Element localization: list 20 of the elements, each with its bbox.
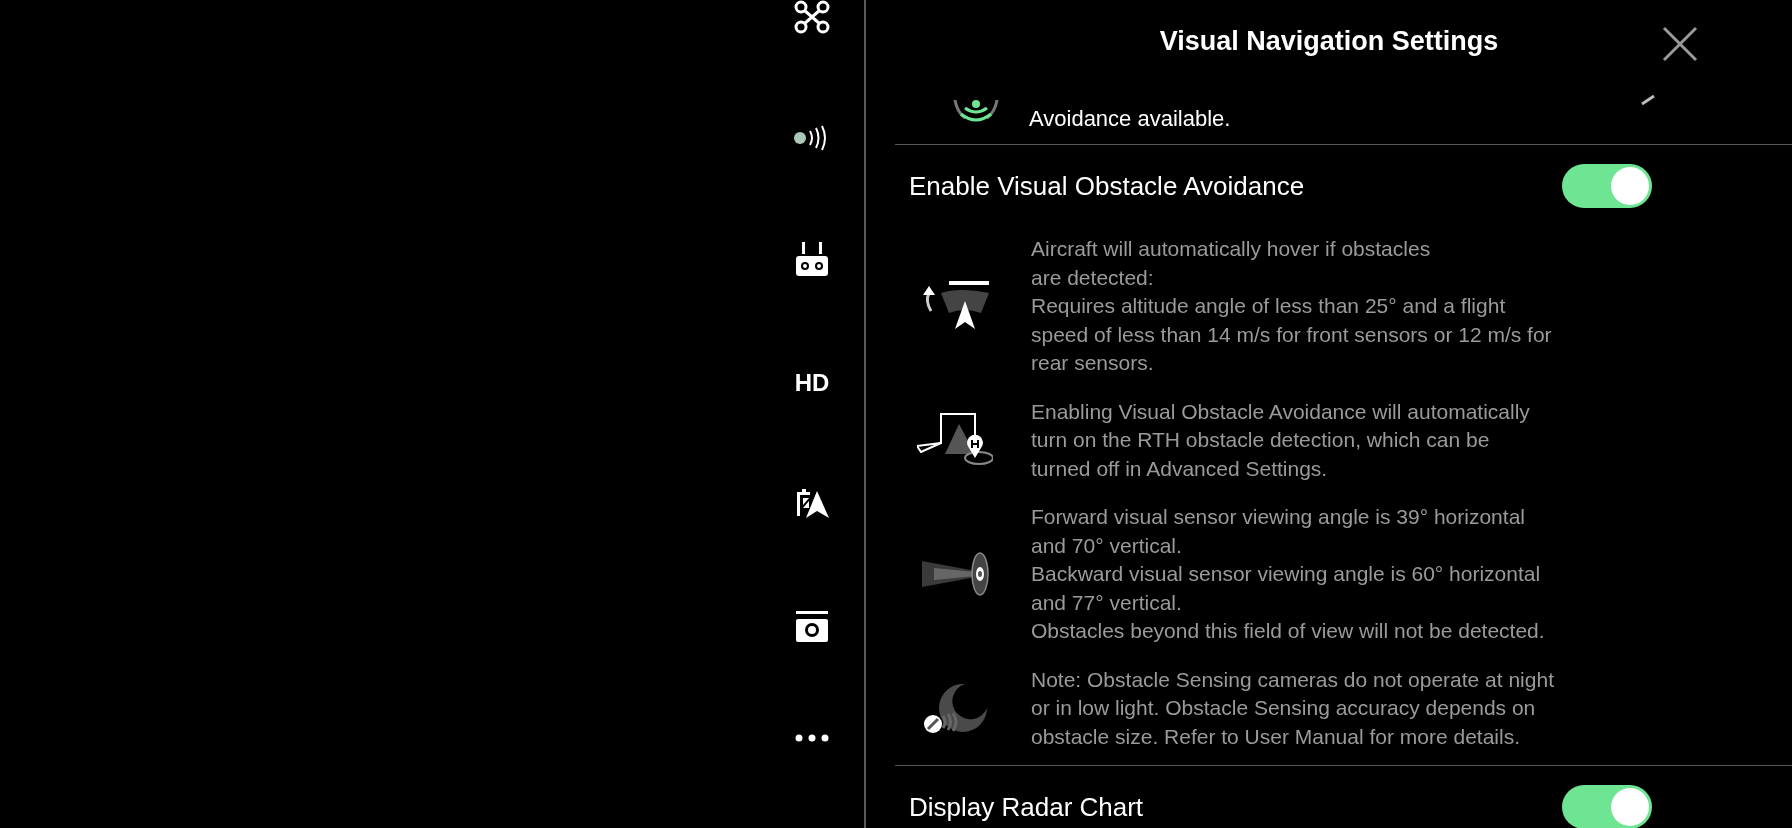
battery-navigation-icon[interactable] <box>794 488 830 520</box>
hd-label[interactable]: HD <box>794 369 830 397</box>
note-text: Enabling Visual Obstacle Avoidance will automatically turn on the RTH obstacle detection, which can be turned off in Advanced Settings. <box>1031 398 1530 482</box>
sensor-view-cone-icon <box>920 551 990 598</box>
setting-label: Display Radar Chart <box>909 791 1144 823</box>
toggle-switch[interactable] <box>1562 164 1652 208</box>
note-text: Note: Obstacle Sensing cameras do not operate at night or in low light. Obstacle Sensing accuracy depends on obstacle size. Refer to User Manual for more details. <box>1031 666 1554 750</box>
status-text: Avoidance available. <box>1029 106 1231 132</box>
remote-controller-icon[interactable] <box>795 242 829 278</box>
toggle-switch[interactable] <box>1562 785 1652 828</box>
drone-icon[interactable] <box>794 0 830 34</box>
chevron-icon[interactable] <box>1640 94 1656 106</box>
moon-sensor-icon <box>921 682 989 735</box>
setting-label: Enable Visual Obstacle Avoidance <box>909 170 1305 202</box>
more-icon[interactable] <box>795 734 829 742</box>
note-text: Aircraft will automatically hover if obstacles are detected: Requires altitude angle of less than 25° and a flight speed of less than 14 m/s for front sensors or 12 m/s for rear sensors. <box>1031 236 1552 376</box>
note-text: Forward visual sensor viewing angle is 39° horizontal and 70° vertical. Backward visual sensor viewing angle is 60° horizontal and 77° vertical. Obstacles beyond this field of view will not be detected. <box>1031 504 1545 644</box>
close-icon[interactable] <box>1662 26 1698 62</box>
panel-title: Visual Navigation Settings <box>1159 25 1499 57</box>
camera-icon[interactable] <box>795 611 829 643</box>
